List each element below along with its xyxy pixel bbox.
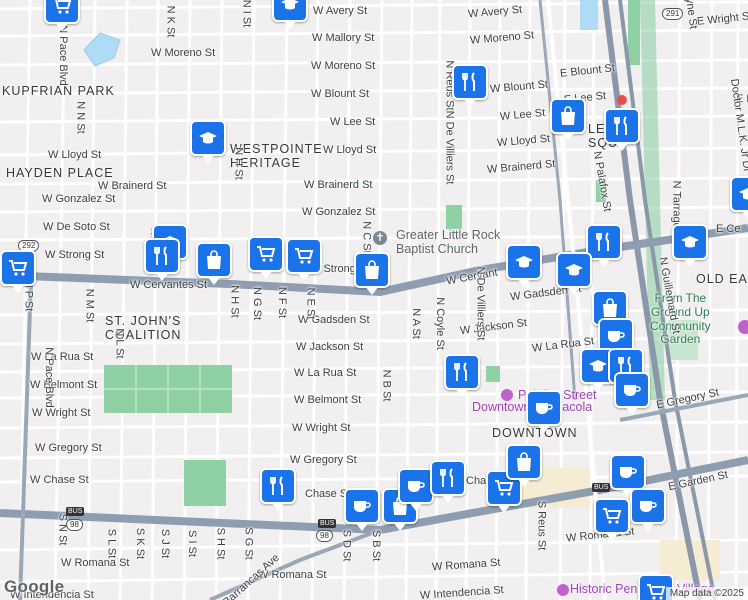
street-label: N F St: [276, 286, 289, 319]
coffee-icon[interactable]: [630, 488, 666, 531]
street-label: S B St: [370, 529, 383, 562]
school-icon[interactable]: [190, 120, 226, 163]
street-label: W Belmont St: [294, 394, 362, 406]
street-label: W Gregory St: [290, 454, 357, 466]
street-label: W Belmont St: [30, 379, 98, 391]
shopping-cart-icon[interactable]: [0, 250, 36, 293]
bus-route-badge: BUS: [592, 483, 611, 492]
street-label: N De Villiers St: [474, 266, 487, 341]
street-label: W Avery St: [313, 5, 368, 17]
district-hayden-place: HAYDEN PLACE: [6, 166, 114, 180]
street-label: N G St: [251, 286, 264, 321]
route-shield: 291: [662, 8, 684, 20]
street-label: W Wright St: [32, 407, 91, 419]
street-label: W Lloyd St: [48, 149, 102, 161]
coffee-icon[interactable]: [344, 488, 380, 531]
district-downtown: DOWNTOWN: [492, 426, 578, 440]
street-label: W Strong St: [45, 249, 105, 261]
street-label: S H St: [214, 527, 227, 560]
street-label: N C St: [360, 221, 373, 254]
restaurant-icon[interactable]: [444, 354, 480, 397]
street-label: W Gregory St: [35, 442, 102, 454]
map-attribution: Map data ©2025: [665, 587, 748, 600]
restaurant-icon[interactable]: [144, 238, 180, 281]
street-label: N I St: [240, 0, 253, 28]
street-label: N Coyle St: [433, 297, 446, 350]
street-label: S D St: [340, 529, 353, 562]
map-canvas[interactable]: KUPFRIAN PARK WESTPOINTE HERITAGE HAYDEN…: [0, 0, 748, 600]
street-label: N M St: [83, 288, 96, 323]
shopping-cart-icon[interactable]: [594, 498, 630, 541]
street-label: W Cervantes St: [130, 279, 208, 291]
street-label: N N St: [74, 101, 87, 134]
shopping-cart-icon[interactable]: [286, 238, 322, 281]
street-label: W Brainerd St: [304, 179, 373, 191]
school-icon[interactable]: [556, 252, 592, 295]
street-label: S L St: [105, 528, 118, 559]
google-logo: Google: [4, 577, 65, 596]
district-old-east: OLD EAS: [696, 272, 748, 286]
school-icon[interactable]: [272, 0, 308, 29]
route-shield: 98: [66, 519, 83, 531]
street-label: N A St: [409, 308, 422, 339]
street-label: N E St: [304, 287, 317, 320]
coffee-icon[interactable]: [526, 390, 562, 433]
street-label: W La Rua St: [31, 351, 94, 363]
shopping-bag-icon[interactable]: [354, 252, 390, 295]
street-label: W La Rua St: [294, 367, 357, 379]
restaurant-icon[interactable]: [452, 64, 488, 107]
street-label: S Reus St: [535, 500, 548, 551]
street-label: S K St: [134, 527, 147, 560]
street-label: N B St: [380, 369, 393, 402]
community-garden-label[interactable]: From The Ground Up Community Garden: [650, 291, 711, 347]
street-label: W Brainerd St: [98, 180, 167, 192]
street-label: S N St: [56, 513, 69, 546]
shopping-bag-icon[interactable]: [506, 444, 542, 487]
street-label: N De Villiers St: [443, 110, 456, 185]
street-label: W Jackson St: [296, 341, 364, 353]
poi-baptist-church[interactable]: Greater Little Rock Baptist Church: [396, 228, 500, 257]
street-label: W Chase St: [30, 474, 89, 486]
shopping-bag-icon[interactable]: [196, 242, 232, 285]
street-label: W Mallory St: [312, 32, 375, 44]
bus-route-badge: BUS: [66, 507, 85, 516]
shopping-bag-icon[interactable]: [550, 98, 586, 141]
street-label: N H St: [232, 147, 245, 180]
street-label: S J St: [159, 528, 172, 559]
restaurant-icon[interactable]: [604, 108, 640, 151]
church-icon[interactable]: ✝: [373, 231, 387, 245]
school-icon[interactable]: [506, 244, 542, 287]
school-icon[interactable]: [672, 224, 708, 267]
street-label: W Lloyd St: [323, 144, 377, 156]
street-label: W Gonzalez St: [42, 193, 116, 205]
coffee-icon[interactable]: [398, 468, 434, 511]
street-label: S I St: [185, 530, 198, 557]
street-label: N L St: [113, 328, 126, 359]
shopping-cart-icon[interactable]: [44, 0, 80, 31]
coffee-icon[interactable]: [610, 454, 646, 497]
street-label: N Pace Blvd: [56, 25, 69, 86]
street-label: W De Soto St: [43, 221, 110, 233]
street-label: S G St: [242, 527, 255, 560]
street-label: N H St: [228, 285, 241, 318]
street-label: W Wright St: [292, 422, 351, 434]
street-label: W Gonzalez St: [302, 206, 376, 218]
street-label: W Moreno St: [151, 47, 216, 59]
bus-route-badge: BUS: [318, 519, 337, 528]
coffee-icon[interactable]: [614, 372, 650, 415]
street-label: E Ce: [716, 223, 741, 235]
street-label: W Romana St: [61, 557, 130, 569]
street-label: N Pace Blvd: [42, 347, 55, 408]
street-label: W Moreno St: [311, 60, 376, 72]
shopping-cart-icon[interactable]: [248, 236, 284, 279]
restaurant-icon[interactable]: [430, 460, 466, 503]
restaurant-icon[interactable]: [260, 468, 296, 511]
street-label: W Blount St: [311, 88, 370, 100]
school-icon[interactable]: [730, 176, 748, 219]
street-label: N K St: [164, 5, 177, 38]
route-shield: 98: [316, 530, 333, 542]
street-label: W Lee St: [330, 116, 376, 128]
